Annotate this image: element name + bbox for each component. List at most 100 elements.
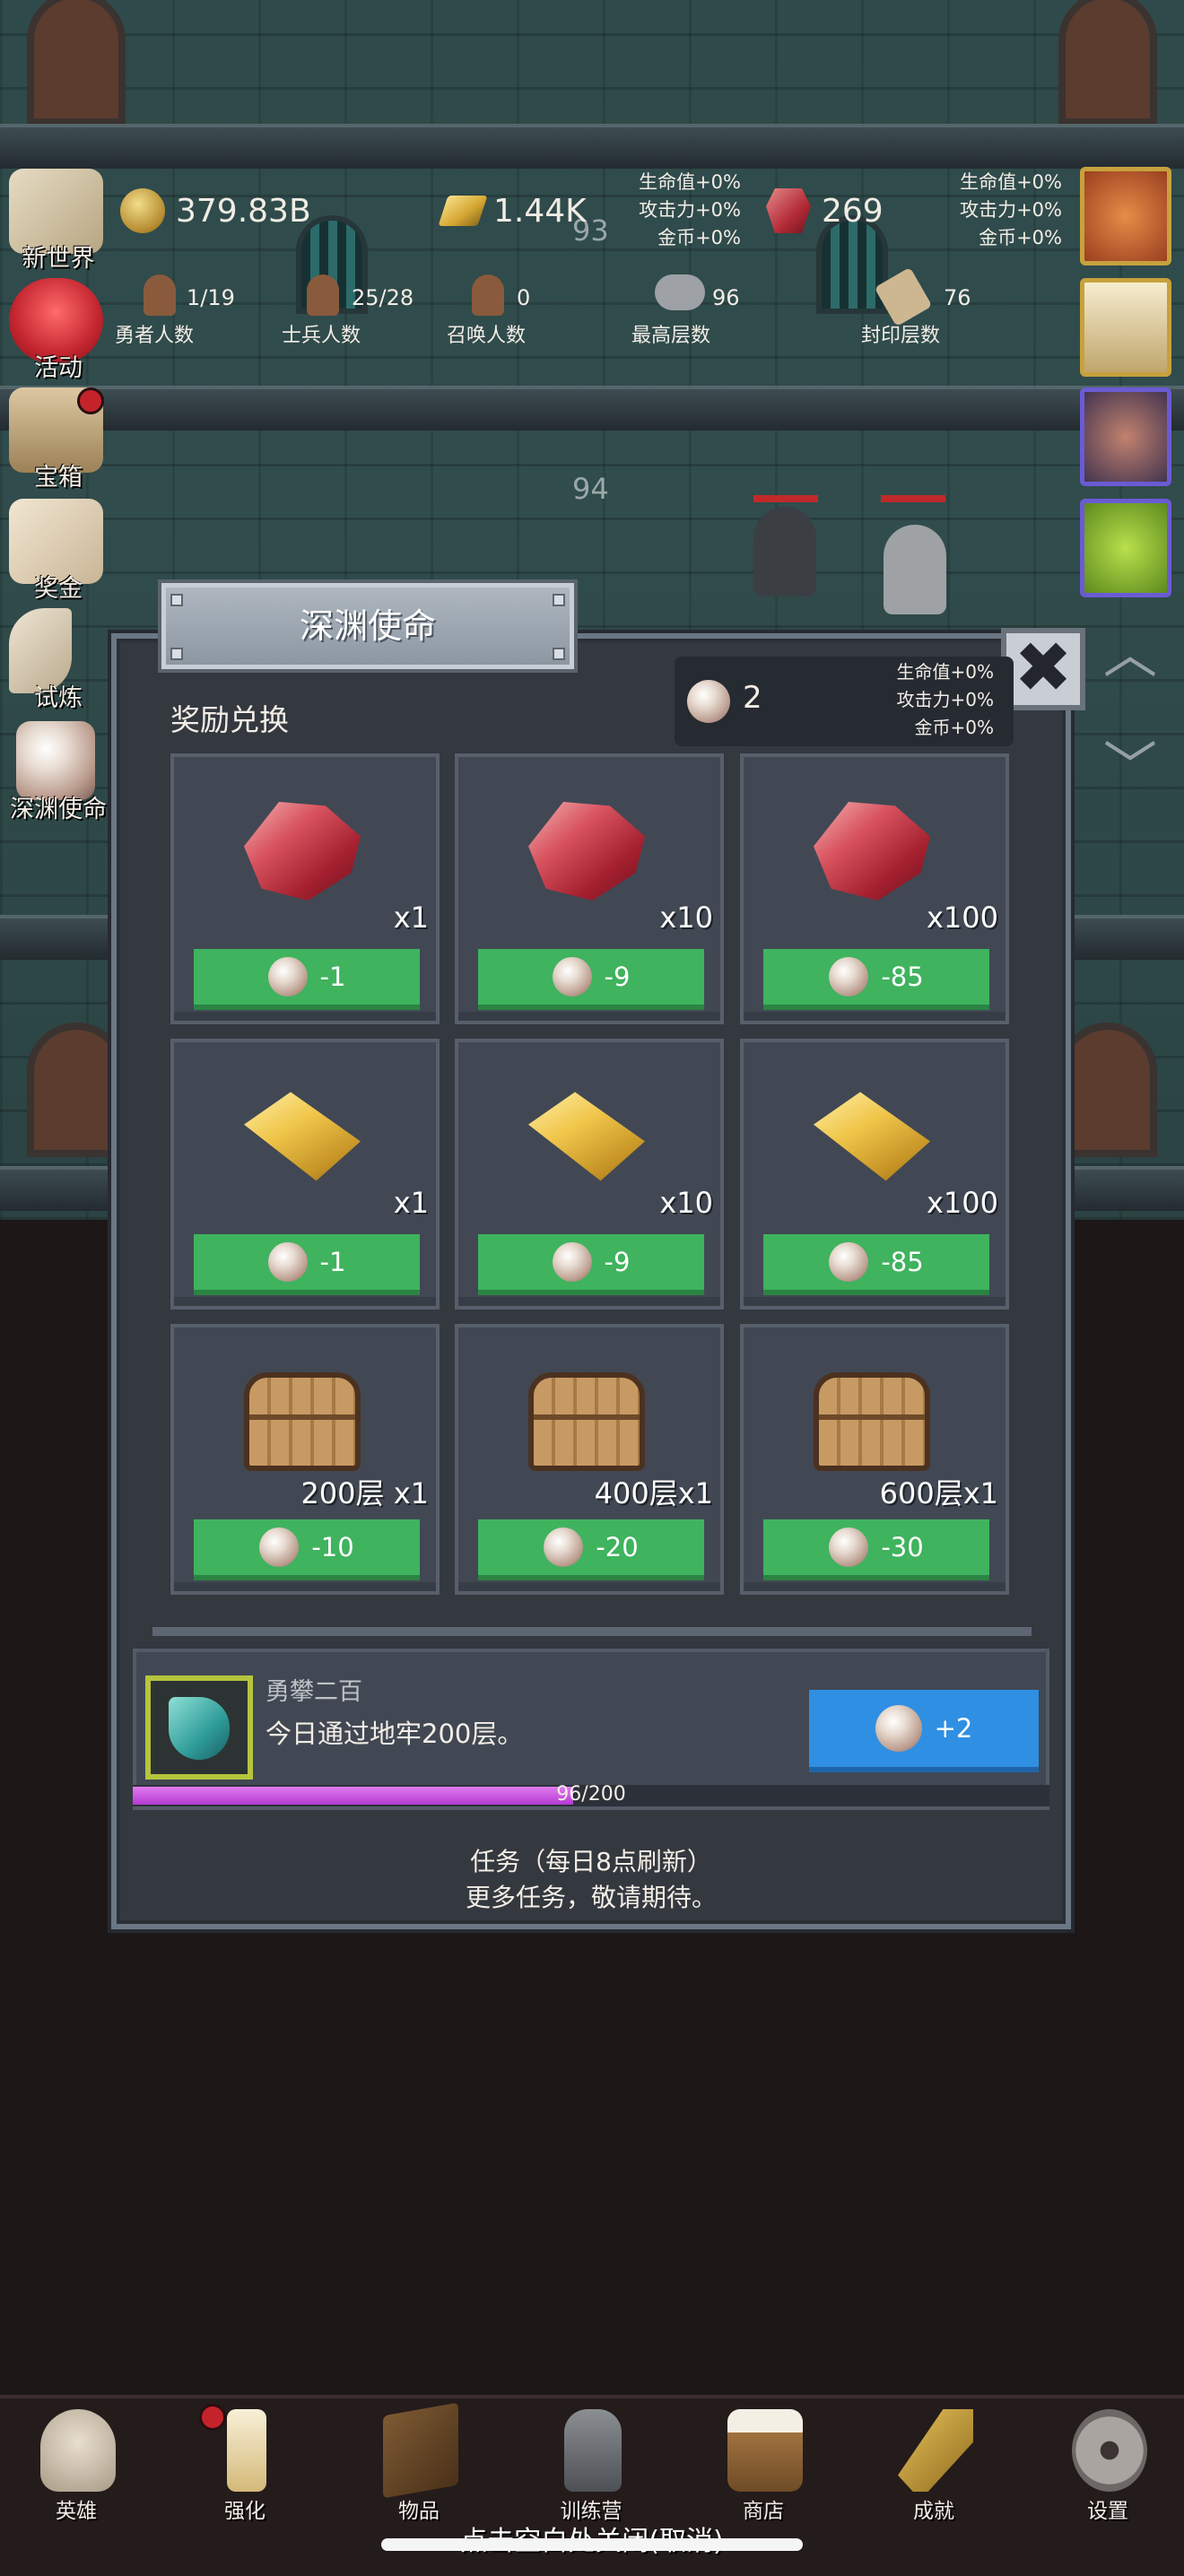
cost-label: -9 bbox=[604, 1247, 631, 1277]
ruby-icon bbox=[528, 802, 645, 901]
reward-qty: x10 bbox=[659, 1186, 713, 1220]
ruby-value: 269 bbox=[822, 192, 884, 230]
stat-line: 生命值+0% bbox=[960, 171, 1062, 193]
pumpkin-potion-tile[interactable] bbox=[1080, 167, 1171, 265]
pearl-icon bbox=[552, 957, 592, 996]
key-icon bbox=[898, 2409, 973, 2492]
side-btn-abyss-mission[interactable]: 深渊使命 bbox=[0, 719, 117, 827]
hero-icon bbox=[144, 274, 176, 316]
chest-icon bbox=[814, 1372, 930, 1471]
reward-card: x100 -85 bbox=[740, 753, 1009, 1024]
stat-line: 攻击力+0% bbox=[960, 199, 1062, 221]
ruby-icon bbox=[244, 802, 361, 901]
stat-line: 攻击力+0% bbox=[639, 199, 741, 221]
reward-card: x1 -1 bbox=[170, 753, 440, 1024]
lantern-icon bbox=[564, 2409, 622, 2492]
reward-card: 400层x1 -20 bbox=[455, 1324, 724, 1595]
skull-icon bbox=[40, 2409, 116, 2492]
sealed-floor-count: 76 bbox=[944, 285, 971, 310]
pearl-icon bbox=[544, 1527, 584, 1567]
pearl-icon bbox=[16, 721, 95, 800]
floor-divider bbox=[0, 386, 1184, 431]
soldier-count-label: 士兵人数 bbox=[282, 325, 361, 347]
reward-qty: x1 bbox=[393, 901, 429, 935]
side-btn-activity[interactable]: 活动 bbox=[0, 278, 117, 386]
cost-label: -85 bbox=[881, 962, 924, 992]
exchange-button[interactable]: -30 bbox=[763, 1519, 989, 1580]
floor-number: 94 bbox=[572, 472, 609, 506]
title-rivet bbox=[170, 594, 183, 606]
stat-line: 金币+0% bbox=[657, 227, 741, 248]
potion-bag-icon bbox=[169, 1697, 230, 1760]
side-btn-new-world[interactable]: 新世界 bbox=[0, 169, 117, 276]
side-btn-trial[interactable]: 试炼 bbox=[0, 608, 117, 716]
task-refresh-note: 任务（每日8点刷新） bbox=[470, 1847, 712, 1876]
pearl-icon bbox=[829, 1242, 869, 1282]
reward-qty: 200层 x1 bbox=[300, 1476, 429, 1510]
pearl-icon bbox=[259, 1527, 300, 1567]
exchange-button[interactable]: -1 bbox=[194, 949, 420, 1010]
hero-count-label: 勇者人数 bbox=[115, 325, 195, 347]
reward-qty: x1 bbox=[393, 1186, 429, 1220]
task-progress-text: 96/200 bbox=[556, 1783, 626, 1806]
chest-icon bbox=[244, 1372, 361, 1471]
reward-qty: x10 bbox=[659, 901, 713, 935]
claim-reward-button[interactable]: +2 bbox=[809, 1690, 1039, 1772]
scroll-up-arrow[interactable]: ︿ bbox=[1087, 612, 1173, 698]
exchange-button[interactable]: -9 bbox=[478, 1234, 704, 1295]
mug-icon bbox=[727, 2409, 803, 2492]
scroll-down-arrow[interactable]: ﹀ bbox=[1087, 725, 1173, 811]
gold-bar-icon bbox=[528, 1092, 645, 1181]
ruby-icon bbox=[766, 188, 811, 233]
stat-line: 金币+0% bbox=[914, 717, 995, 738]
ghost-monster[interactable] bbox=[884, 525, 946, 614]
resource-stats-right: 生命值+0% 攻击力+0% 金币+0% bbox=[931, 169, 1062, 252]
side-btn-label: 活动 bbox=[34, 354, 83, 382]
meat-buff-tile[interactable] bbox=[1080, 387, 1171, 486]
soldier-count: 25/28 bbox=[352, 285, 414, 310]
reward-card: x100 -85 bbox=[740, 1039, 1009, 1310]
side-btn-label: 深渊使命 bbox=[10, 796, 107, 823]
home-indicator[interactable] bbox=[381, 2538, 803, 2551]
dungeon-door bbox=[1058, 0, 1157, 126]
dungeon-door bbox=[27, 0, 126, 126]
stat-line: 生命值+0% bbox=[639, 171, 741, 193]
stat-line: 攻击力+0% bbox=[896, 689, 995, 710]
skull-floor-icon bbox=[655, 274, 705, 310]
exchange-button[interactable]: -85 bbox=[763, 949, 989, 1010]
cost-label: -85 bbox=[881, 1247, 924, 1277]
max-floor-label: 最高层数 bbox=[631, 325, 711, 347]
reward-card: 600层x1 -30 bbox=[740, 1324, 1009, 1595]
reward-qty: 600层x1 bbox=[879, 1476, 998, 1510]
exchange-button[interactable]: -1 bbox=[194, 1234, 420, 1295]
monster-hp-bar bbox=[753, 495, 818, 502]
reward-card: 200层 x1 -10 bbox=[170, 1324, 440, 1595]
exchange-button[interactable]: -9 bbox=[478, 949, 704, 1010]
exchange-button[interactable]: -20 bbox=[478, 1519, 704, 1580]
slime-buff-tile[interactable] bbox=[1080, 499, 1171, 597]
resource-stats-left: 生命值+0% 攻击力+0% 金币+0% bbox=[610, 169, 741, 252]
gear-icon bbox=[1072, 2409, 1147, 2492]
pearl-icon bbox=[829, 957, 869, 996]
gold-counter: 379.83B bbox=[120, 184, 311, 238]
floor-divider bbox=[0, 124, 1184, 169]
gold-coin-icon bbox=[120, 188, 165, 233]
gold-bar-value: 1.44K bbox=[493, 192, 587, 230]
pearl-icon bbox=[267, 1242, 308, 1282]
exchange-button[interactable]: -85 bbox=[763, 1234, 989, 1295]
exchange-button[interactable]: -10 bbox=[194, 1519, 420, 1580]
side-btn-chest[interactable]: 宝箱 bbox=[0, 387, 117, 495]
pearl-count: 2 bbox=[743, 680, 762, 716]
ghost-monster[interactable] bbox=[753, 507, 816, 596]
side-btn-bonus[interactable]: 奖金 bbox=[0, 499, 117, 606]
task-progress-bar: 96/200 bbox=[133, 1783, 1049, 1806]
title-rivet bbox=[170, 648, 183, 660]
ruby-counter: 269 bbox=[766, 184, 884, 238]
chest-icon bbox=[528, 1372, 645, 1471]
gold-bar-counter: 1.44K bbox=[438, 184, 587, 238]
candle-buff-tile[interactable] bbox=[1080, 278, 1171, 377]
dialog-title: 深渊使命 bbox=[161, 583, 574, 669]
close-button[interactable]: ✖ bbox=[1001, 628, 1085, 710]
section-divider bbox=[152, 1627, 1032, 1636]
pearl-icon bbox=[829, 1527, 869, 1567]
